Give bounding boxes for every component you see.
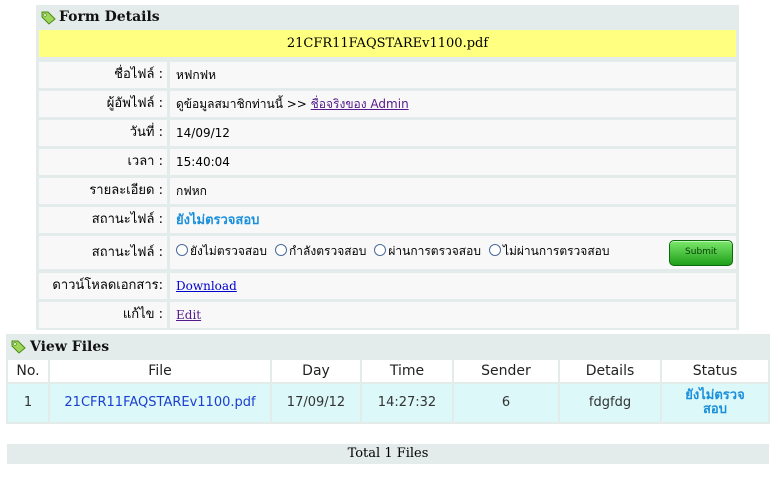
edit-value: Edit (170, 302, 736, 328)
status-option-failed-label: ไม่ผ่านการตรวจสอบ (502, 244, 610, 258)
col-header-details: Details (560, 360, 660, 382)
file-link[interactable]: 21CFR11FAQSTAREv1100.pdf (64, 395, 255, 410)
cell-details: fdgfdg (560, 384, 660, 422)
status-option-passed-label: ผ่านการตรวจสอบ (388, 244, 481, 258)
uploader-value: ดูข้อมูลสมาชิกท่านนี้ >> ชื่อจริงของ Adm… (170, 91, 736, 117)
cell-file: 21CFR11FAQSTAREv1100.pdf (50, 384, 270, 422)
time-value: 15:40:04 (170, 149, 736, 175)
cell-sender: 6 (454, 384, 558, 422)
cell-no: 1 (8, 384, 48, 422)
status-line-1: ยังไม่ตรวจ (685, 388, 745, 403)
status-option-passed[interactable]: ผ่านการตรวจสอบ (374, 244, 481, 258)
cell-status: ยังไม่ตรวจ สอบ (662, 384, 768, 422)
date-value: 14/09/12 (170, 120, 736, 146)
file-name-value: หฟกฟห (170, 62, 736, 88)
status-label: สถานะไฟล์ : (39, 207, 167, 233)
tag-icon (11, 340, 26, 358)
status-line-2: สอบ (703, 402, 727, 417)
edit-link[interactable]: Edit (176, 308, 201, 322)
status-option-unchecked[interactable]: ยังไม่ตรวจสอบ (176, 244, 267, 258)
col-header-no: No. (8, 360, 48, 382)
radio-unchecked[interactable] (176, 244, 188, 256)
download-link[interactable]: Download (176, 279, 237, 293)
status-value-cell: ยังไม่ตรวจสอบ (170, 207, 736, 233)
status-option-failed[interactable]: ไม่ผ่านการตรวจสอบ (488, 244, 610, 258)
details-label: รายละเอียด : (39, 178, 167, 204)
status-value: ยังไม่ตรวจสอบ (176, 213, 260, 228)
view-files-title: View Files (30, 339, 110, 355)
date-label: วันที่ : (39, 120, 167, 146)
cell-time: 14:27:32 (362, 384, 452, 422)
tag-icon (41, 11, 56, 29)
download-label: ดาวน์โหลดเอกสาร: (39, 273, 167, 299)
col-header-time: Time (362, 360, 452, 382)
edit-label: แก้ไข : (39, 302, 167, 328)
col-header-file: File (50, 360, 270, 382)
col-header-status: Status (662, 360, 768, 382)
uploader-label: ผู้อัพไฟล์ : (39, 91, 167, 117)
file-name-label: ชื่อไฟล์ : (39, 62, 167, 88)
status-change-label: สถานะไฟล์ : (39, 236, 167, 269)
uploader-prefix: ดูข้อมูลสมาชิกท่านนี้ >> (176, 97, 307, 111)
cell-day: 17/09/12 (272, 384, 360, 422)
form-details-title: Form Details (59, 9, 160, 25)
status-option-checking-label: กำลังตรวจสอบ (289, 244, 367, 258)
submit-button[interactable]: Submit (669, 240, 733, 266)
radio-passed[interactable] (374, 244, 387, 256)
status-option-unchecked-label: ยังไม่ตรวจสอบ (190, 244, 267, 258)
download-value: Download (170, 273, 736, 299)
total-files: Total 1 Files (7, 444, 769, 464)
form-filename: 21CFR11FAQSTAREv1100.pdf (39, 30, 736, 57)
uploader-link[interactable]: ชื่อจริงของ Admin (311, 97, 409, 111)
time-label: เวลา : (39, 149, 167, 175)
radio-failed[interactable] (488, 244, 501, 256)
col-header-day: Day (272, 360, 360, 382)
status-option-checking[interactable]: กำลังตรวจสอบ (275, 244, 366, 258)
status-change-options: ยังไม่ตรวจสอบ กำลังตรวจสอบ ผ่านการตรวจสอบ ไ… (170, 236, 736, 269)
radio-checking[interactable] (275, 244, 287, 256)
col-header-sender: Sender (454, 360, 558, 382)
details-value: กฟหก (170, 178, 736, 204)
